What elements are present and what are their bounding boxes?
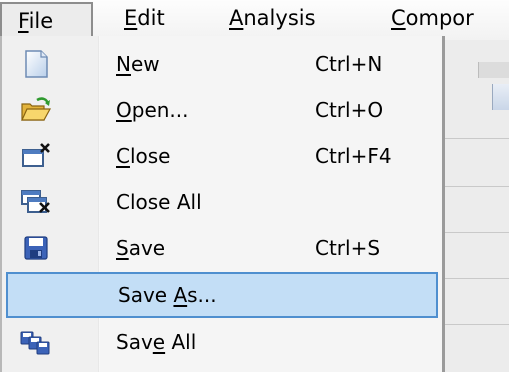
new-document-icon <box>20 50 52 78</box>
menu-bar: File Edit Analysis Compor <box>0 0 509 40</box>
menu-item-shortcut: Ctrl+F4 <box>315 144 392 168</box>
menu-item-close[interactable]: Close Ctrl+F4 <box>2 133 442 179</box>
background-toolbar-button <box>478 62 509 78</box>
menu-item-label: Save All <box>116 319 196 365</box>
menu-item-open[interactable]: Open... Ctrl+O <box>2 87 442 133</box>
background-tab <box>492 84 509 110</box>
menu-file[interactable]: File <box>0 2 93 36</box>
label-mnemonic: N <box>116 52 131 76</box>
label-suffix: s... <box>187 283 217 307</box>
label-suffix: lose <box>129 144 171 168</box>
close-all-icon <box>20 188 52 216</box>
menu-item-save-as[interactable]: Save As... <box>6 272 438 318</box>
label-suffix: All <box>165 330 197 354</box>
menu-item-new[interactable]: New Ctrl+N <box>2 41 442 87</box>
menu-item-save-all[interactable]: Save All <box>2 319 442 365</box>
label-prefix: Sav <box>116 330 153 354</box>
menu-item-label: Save <box>116 225 165 271</box>
menu-item-close-all[interactable]: Close All <box>2 179 442 225</box>
label-mnemonic: C <box>116 144 130 168</box>
menu-file-label: ile <box>28 9 54 33</box>
label-prefix: Close All <box>116 190 202 214</box>
label-mnemonic: e <box>152 330 166 354</box>
save-all-icon <box>20 328 52 356</box>
menu-item-save[interactable]: Save Ctrl+S <box>2 225 442 271</box>
menu-item-label: New <box>116 41 160 87</box>
menu-edit[interactable]: Edit <box>124 0 165 36</box>
menu-file-mnemonic: F <box>18 9 29 33</box>
menu-edit-mnemonic: E <box>124 6 138 30</box>
close-document-icon <box>20 142 52 170</box>
label-prefix: Save <box>118 283 174 307</box>
label-mnemonic: S <box>116 236 129 260</box>
label-suffix: pen... <box>131 98 189 122</box>
label-mnemonic: A <box>173 283 188 307</box>
floppy-disk-icon <box>20 234 52 262</box>
file-menu-dropdown: New Ctrl+N Open... Ctrl+O Close Ctrl+F4 <box>0 36 445 372</box>
menu-item-label: Save As... <box>118 274 217 316</box>
menu-analysis[interactable]: Analysis <box>229 0 316 36</box>
menu-item-shortcut: Ctrl+N <box>315 52 383 76</box>
menu-item-shortcut: Ctrl+O <box>315 98 384 122</box>
menu-analysis-label: nalysis <box>243 6 316 30</box>
menu-components-label: ompor <box>405 6 474 30</box>
menu-components-mnemonic: C <box>391 6 406 30</box>
menu-item-label: Close <box>116 133 171 179</box>
menu-components[interactable]: Compor <box>391 0 474 36</box>
menu-edit-label: dit <box>137 6 165 30</box>
menu-item-shortcut: Ctrl+S <box>315 236 381 260</box>
menu-item-label: Open... <box>116 87 189 133</box>
open-folder-icon <box>20 96 52 124</box>
label-suffix: ew <box>130 52 160 76</box>
label-mnemonic: O <box>116 98 132 122</box>
menu-item-label: Close All <box>116 179 202 225</box>
label-suffix: ave <box>128 236 166 260</box>
menu-analysis-mnemonic: A <box>229 6 244 30</box>
